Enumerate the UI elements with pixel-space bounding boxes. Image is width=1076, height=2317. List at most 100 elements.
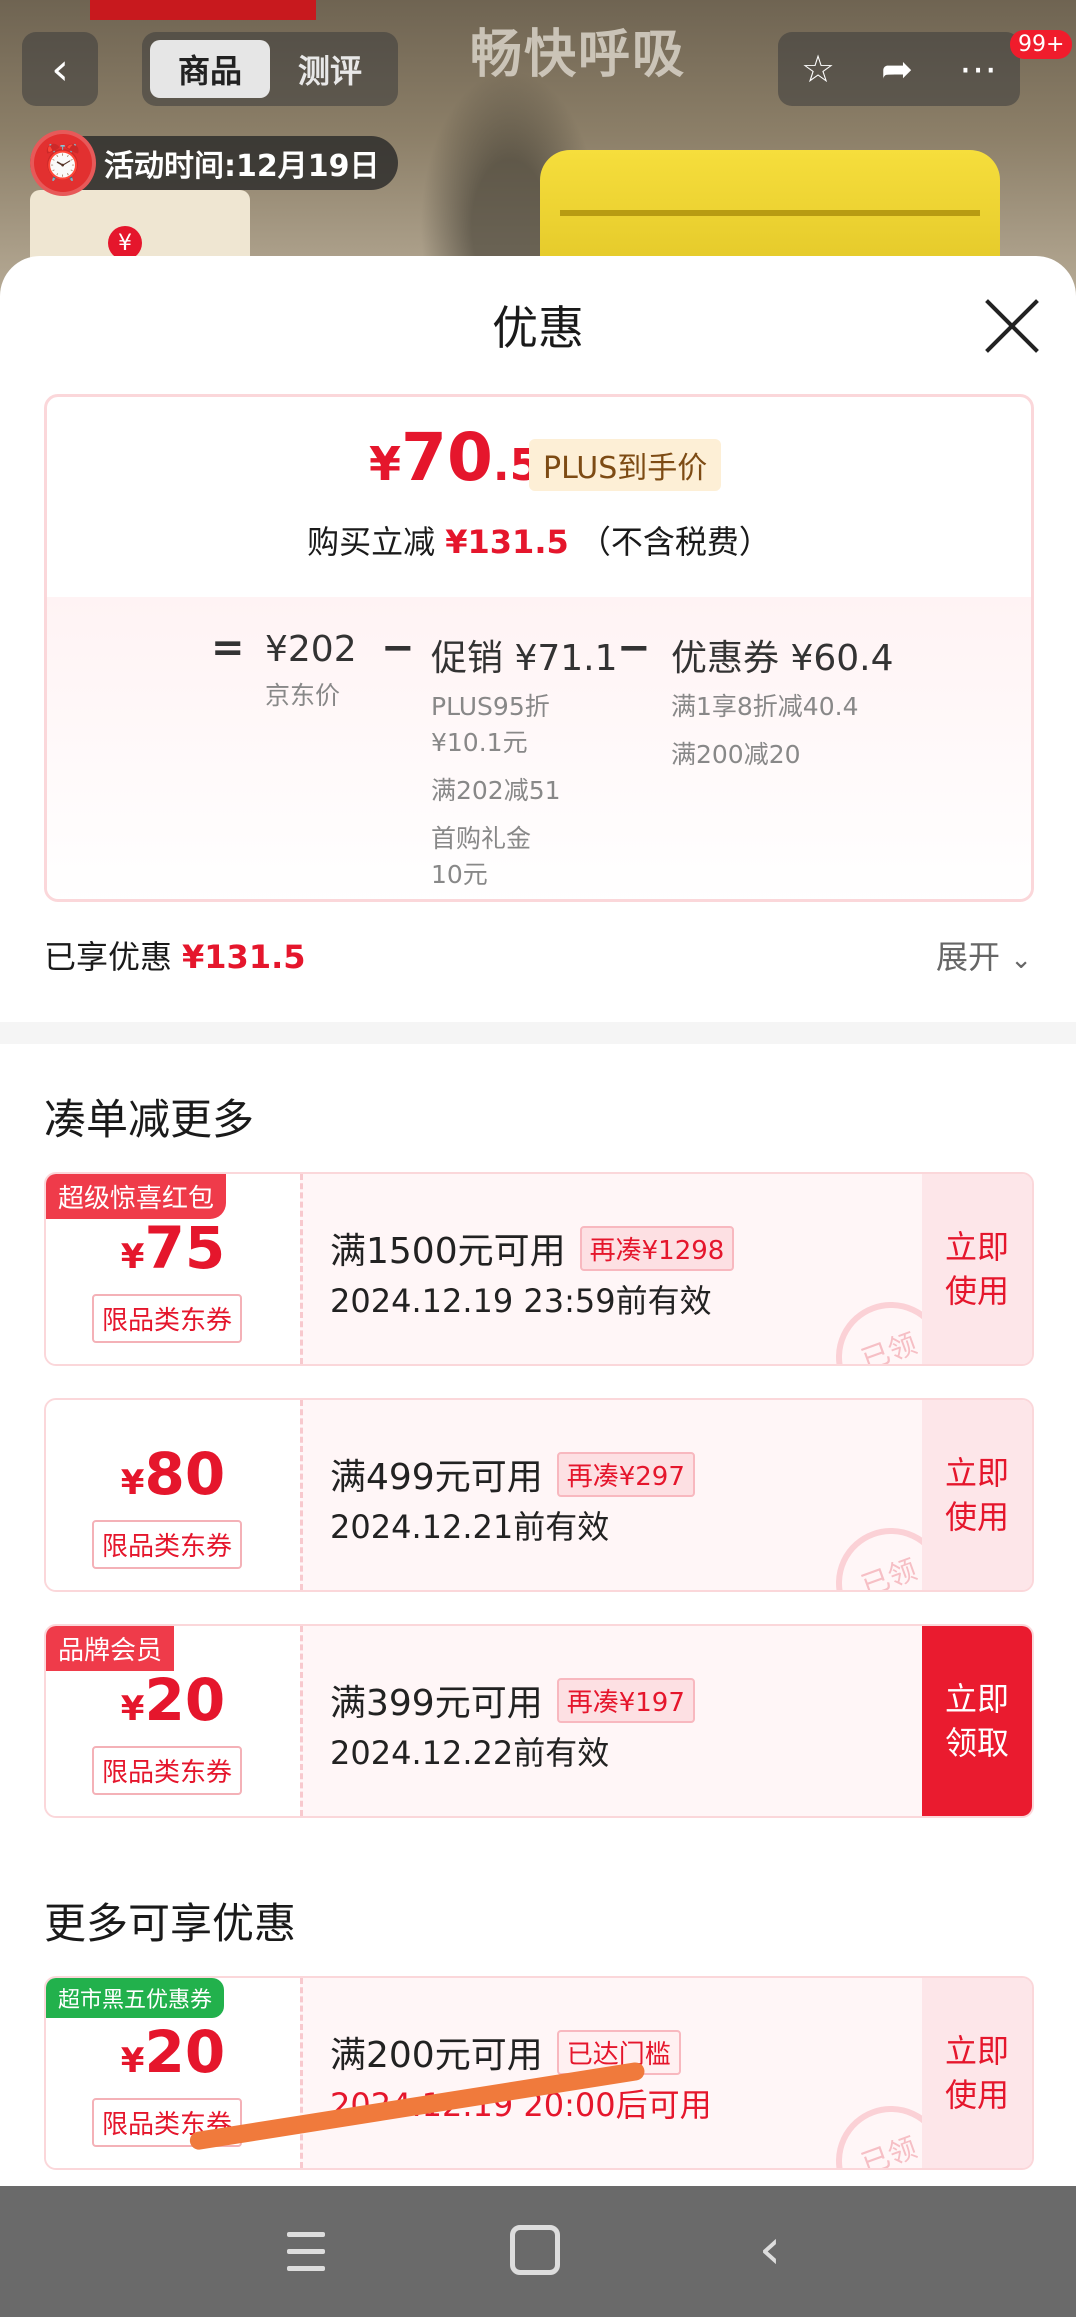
coupon-value: 80 [144, 1440, 226, 1508]
coupon-yen: ¥ [120, 1237, 145, 1277]
back-button[interactable]: ‹ [22, 32, 98, 106]
use-coupon-button[interactable]: 立即 使用 [922, 1400, 1032, 1590]
coupon-gap-badge: 再凑¥197 [556, 1677, 695, 1723]
claim-coupon-button[interactable]: 立即 领取 [922, 1626, 1032, 1816]
back-icon: ‹ [51, 43, 69, 95]
reduction-suffix: （不含税费） [578, 523, 771, 561]
coupon-condition-text: 满200元可用 [330, 2035, 543, 2076]
coupon-value: 20 [144, 1666, 226, 1734]
discount-sheet: 优惠 ¥ 70 .5 PLUS到手价 购买立减 ¥131.5 （不含税费） = … [0, 256, 1076, 2186]
coupon-validity: 2024.12.21前有效 [330, 1508, 610, 1546]
enjoyed-amount: ¥131.5 [182, 938, 306, 976]
price-breakdown-card: ¥ 70 .5 PLUS到手价 购买立减 ¥131.5 （不含税费） = ¥20… [44, 394, 1034, 902]
alarm-clock-icon: ⏰ [30, 130, 96, 196]
coupon-condition: 满1500元可用 再凑¥1298 [330, 1222, 735, 1274]
promotion-detail-line: 首购礼金 [431, 824, 532, 853]
promotion-detail-line: 10元 [431, 860, 488, 889]
coupon-yen: ¥ [120, 1689, 145, 1729]
promotion-detail: PLUS95折 ¥10.1元 满202减51 首购礼金 10元 [431, 689, 618, 893]
close-icon[interactable] [982, 296, 1042, 356]
reduction-amount: ¥131.5 [445, 523, 569, 561]
promotion-detail-line: ¥10.1元 [431, 728, 528, 757]
coupon-condition-text: 满1500元可用 [330, 1231, 566, 1272]
promotion-detail-line: 满202减51 [431, 776, 561, 805]
section-title-more-discount: 凑单减更多 [44, 1095, 255, 1144]
coupon-detail-line: 满1享8折减40.4 [671, 692, 859, 721]
expand-button[interactable]: 展开 ⌄ [936, 932, 1032, 978]
minus-sign: − [381, 625, 415, 671]
coupon-detail: 满1享8折减40.4 满200减20 [671, 689, 894, 773]
message-badge: 99+ [1010, 30, 1073, 59]
minus-sign: − [617, 625, 651, 671]
top-banner-strip [90, 0, 316, 20]
section-divider [0, 1022, 1076, 1044]
coupon-amount: ¥75 [46, 1214, 300, 1282]
coupon-card: ¥80 限品类东券 满499元可用 再凑¥297 2024.12.21前有效 已… [44, 1398, 1034, 1592]
final-price: ¥ 70 .5 [369, 419, 540, 496]
tab-product[interactable]: 商品 [150, 40, 270, 98]
coupon-tag: 超级惊喜红包 [46, 1174, 227, 1219]
coupon-card: ¥20 限品类东券 品牌会员 满399元可用 再凑¥197 2024.12.22… [44, 1624, 1034, 1818]
coupon-category: 限品类东券 [92, 1746, 243, 1795]
enjoyed-discount: 已享优惠 ¥131.5 [44, 932, 306, 978]
instant-reduction: 购买立减 ¥131.5 （不含税费） [47, 517, 1031, 563]
coupon-amount: ¥20 [46, 2018, 300, 2086]
base-price-label: 京东价 [265, 681, 341, 710]
coupon-condition: 满499元可用 再凑¥297 [330, 1448, 695, 1500]
coupon-tag: 品牌会员 [46, 1626, 175, 1671]
hero-slogan: 畅快呼吸 [470, 25, 687, 85]
base-price-column: ¥202 京东价 [265, 629, 357, 714]
promotion-column: 促销 ¥71.1 PLUS95折 ¥10.1元 满202减51 首购礼金 10元 [431, 629, 618, 893]
coupon-category: 限品类东券 [92, 1520, 243, 1569]
final-price-yen: ¥ [369, 437, 402, 491]
coupon-divider [300, 1978, 303, 2168]
home-icon[interactable] [510, 2225, 560, 2275]
coupon-gap-badge: 再凑¥1298 [579, 1225, 735, 1271]
nav-back-icon[interactable]: ‹ [740, 2220, 800, 2280]
sheet-title: 优惠 [492, 301, 584, 355]
promotion-detail-line: PLUS95折 [431, 692, 550, 721]
more-icon[interactable]: ⋯ [959, 47, 997, 91]
star-icon[interactable]: ☆ [801, 47, 835, 91]
expand-label: 展开 [936, 938, 1001, 976]
promotion-total: 促销 ¥71.1 [431, 638, 618, 679]
coupon-detail-line: 满200减20 [671, 740, 801, 769]
coupon-amount: ¥80 [46, 1440, 300, 1508]
coupon-validity: 2024.12.22前有效 [330, 1734, 610, 1772]
coupon-condition: 满399元可用 再凑¥197 [330, 1674, 695, 1726]
coupon-condition-text: 满499元可用 [330, 1457, 543, 1498]
price-calculation: = ¥202 京东价 − 促销 ¥71.1 PLUS95折 ¥10.1元 满20… [47, 597, 1031, 899]
coupon-yen: ¥ [120, 1463, 145, 1503]
coupon-gap-badge: 再凑¥297 [556, 1451, 695, 1497]
coupon-value: 20 [144, 2018, 226, 2086]
coupon-card: ¥75 限品类东券 超级惊喜红包 满1500元可用 再凑¥1298 2024.1… [44, 1172, 1034, 1366]
share-icon[interactable]: ➦ [881, 47, 913, 91]
use-coupon-button[interactable]: 立即 使用 [922, 1174, 1032, 1364]
tab-review[interactable]: 测评 [270, 40, 390, 98]
coupon-value: 75 [144, 1214, 226, 1282]
header-actions: ☆ ➦ ⋯ [778, 32, 1020, 106]
plus-price-tag: PLUS到手价 [529, 439, 722, 491]
coupon-category: 限品类东券 [92, 1294, 243, 1343]
coupon-yen: ¥ [120, 2041, 145, 2081]
coupon-validity: 2024.12.19 23:59前有效 [330, 1282, 712, 1320]
product-tabs: 商品 测评 [142, 32, 398, 106]
coupon-column: 优惠券 ¥60.4 满1享8折减40.4 满200减20 [671, 629, 894, 773]
coupon-divider [300, 1174, 303, 1364]
coupon-divider [300, 1626, 303, 1816]
coupon-total: 优惠券 ¥60.4 [671, 638, 894, 679]
use-coupon-button[interactable]: 立即 使用 [922, 1978, 1032, 2168]
reduction-prefix: 购买立减 [307, 523, 436, 561]
final-price-area: ¥ 70 .5 PLUS到手价 购买立减 ¥131.5 （不含税费） [47, 397, 1031, 597]
chevron-down-icon: ⌄ [1010, 945, 1032, 975]
coupon-condition-text: 满399元可用 [330, 1683, 543, 1724]
menu-icon[interactable] [276, 2220, 336, 2280]
coupon-divider [300, 1400, 303, 1590]
enjoyed-label: 已享优惠 [44, 938, 173, 976]
final-price-int: 70 [401, 419, 493, 496]
base-price: ¥202 [265, 629, 357, 670]
equals-sign: = [211, 625, 245, 671]
small-yen-mark: ¥ [108, 226, 142, 260]
coupon-amount: ¥20 [46, 1666, 300, 1734]
coupon-tag: 超市黑五优惠券 [46, 1978, 225, 2018]
